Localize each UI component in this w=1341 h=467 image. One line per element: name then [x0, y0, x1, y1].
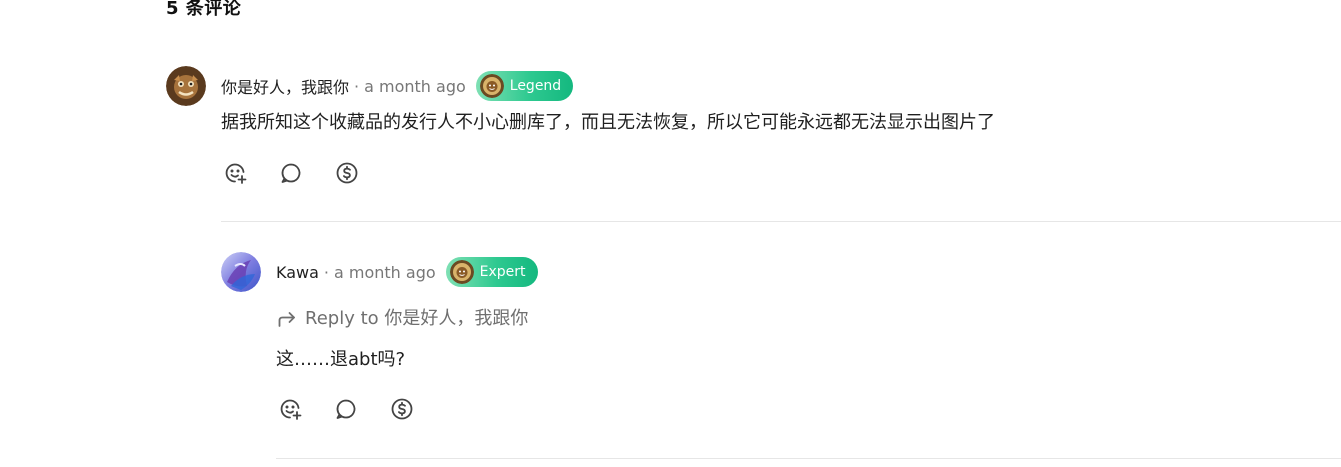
comments-section: 5 条评论 你是好人，我跟你 · a month ago Legend 据我所知…: [0, 0, 1341, 467]
comment-actions: [277, 396, 445, 422]
reply-comment-icon: [281, 163, 301, 183]
avatar-image: [221, 252, 261, 292]
comment-meta: 你是好人，我跟你 · a month ago Legend: [221, 71, 574, 101]
reply-button[interactable]: [278, 160, 304, 186]
lion-medallion-icon: [479, 74, 504, 98]
comment-divider: [276, 458, 1341, 459]
reply-to-text: Reply to 你是好人，我跟你: [305, 308, 529, 329]
add-reaction-icon: [280, 399, 302, 420]
meta-separator: ·: [354, 76, 360, 96]
comment-divider: [221, 221, 1341, 222]
comment-text: 这……退abt吗?: [276, 349, 406, 370]
tip-button[interactable]: [389, 396, 415, 422]
avatar[interactable]: [221, 252, 261, 292]
reply-comment-icon: [336, 399, 356, 419]
meta-separator: ·: [323, 262, 329, 282]
lion-medallion-icon: [449, 260, 474, 284]
tip-button[interactable]: [334, 160, 360, 186]
add-reaction-icon: [225, 163, 247, 184]
badge-label: Legend: [509, 78, 562, 94]
reply-arrow-icon: [278, 312, 295, 327]
tip-dollar-icon: [336, 162, 358, 184]
user-level-badge: Expert: [445, 257, 538, 287]
avatar[interactable]: [166, 66, 206, 106]
comment-actions: [222, 160, 390, 186]
add-reaction-button[interactable]: [222, 160, 248, 186]
author-name[interactable]: 你是好人，我跟你: [221, 74, 349, 98]
comment-text: 据我所知这个收藏品的发行人不小心删库了，而且无法恢复，所以它可能永远都无法显示出…: [221, 112, 995, 133]
badge-label: Expert: [479, 264, 526, 280]
reply-to-link[interactable]: Reply to 你是好人，我跟你: [277, 306, 528, 332]
author-name[interactable]: Kawa: [276, 263, 319, 282]
tip-dollar-icon: [391, 398, 413, 420]
comment-meta: Kawa · a month ago Expert: [276, 257, 538, 287]
comment-time: a month ago: [334, 262, 436, 282]
add-reaction-button[interactable]: [277, 396, 303, 422]
user-level-badge: Legend: [475, 71, 574, 101]
comments-count-title: 5 条评论: [166, 0, 242, 19]
reply-button[interactable]: [333, 396, 359, 422]
comment-time: a month ago: [364, 76, 466, 96]
avatar-image: [166, 66, 206, 106]
